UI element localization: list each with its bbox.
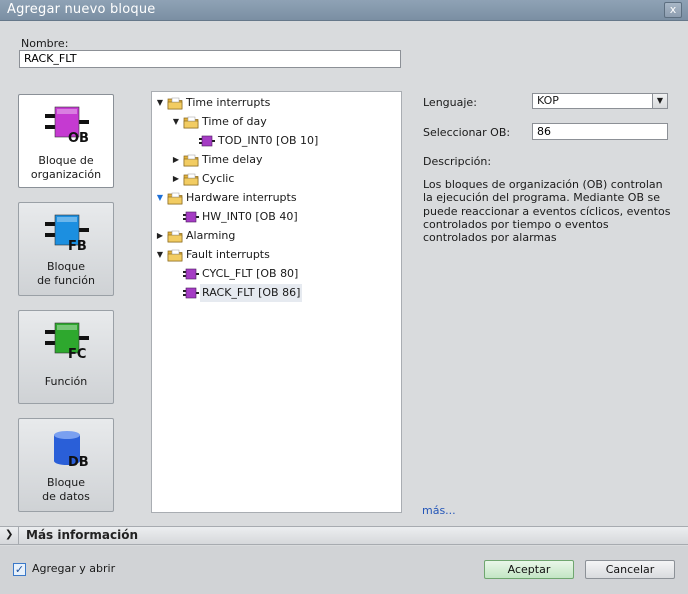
ob-tree[interactable]: ▼ Time interrupts ▼ Time of day TOD_INT0 [OB…: [151, 91, 402, 513]
ob-icon: [183, 268, 199, 280]
tree-item-label: Hardware interrupts: [186, 191, 297, 204]
tree-item-label: Alarming: [186, 229, 236, 242]
tree-item-label: Cyclic: [202, 172, 235, 185]
folder-icon: [183, 173, 199, 186]
tree-item-label: TOD_INT0 [OB 10]: [218, 134, 319, 147]
description-text: Los bloques de organización (OB) control…: [423, 178, 671, 245]
description-label: Descripción:: [423, 155, 492, 168]
fb-block-type-button[interactable]: FB Bloque de función: [18, 202, 114, 296]
folder-icon: [183, 116, 199, 129]
block-type-label: Bloque de: [38, 154, 94, 167]
block-type-sublabel: de datos: [42, 490, 90, 503]
expanded-arrow-icon[interactable]: ▼: [155, 246, 165, 264]
db-block-type-button[interactable]: DB Bloque de datos: [18, 418, 114, 512]
tree-item-label: Time of day: [202, 115, 267, 128]
collapsed-arrow-icon[interactable]: ▶: [155, 227, 165, 245]
tree-item-label: HW_INT0 [OB 40]: [202, 210, 298, 223]
window-title: Agregar nuevo bloque: [7, 2, 156, 17]
chevron-right-icon[interactable]: ❯: [5, 529, 13, 540]
checkmark-icon: ✓: [14, 563, 25, 576]
select-ob-label: Seleccionar OB:: [423, 126, 511, 139]
tree-item-label: Time delay: [202, 153, 263, 166]
block-type-sublabel: organización: [30, 168, 102, 181]
name-label: Nombre:: [21, 37, 69, 50]
folder-icon: [167, 192, 183, 205]
ob-icon: [199, 135, 215, 147]
more-link[interactable]: más...: [422, 504, 456, 517]
expanded-arrow-icon[interactable]: ▼: [171, 113, 181, 131]
add-block-dialog: Agregar nuevo bloque x Nombre: OB Bloque …: [0, 0, 688, 594]
ob-icon: [183, 211, 199, 223]
language-value: KOP: [537, 94, 559, 107]
folder-icon: [167, 249, 183, 262]
tree-item-label: Fault interrupts: [186, 248, 270, 261]
collapsed-arrow-icon[interactable]: ▶: [171, 170, 181, 188]
title-bar: Agregar nuevo bloque x: [0, 0, 688, 21]
ob-icon: [183, 287, 199, 299]
expanded-arrow-icon[interactable]: ▼: [155, 189, 165, 207]
ob-block-type-button[interactable]: OB Bloque de organización: [18, 94, 114, 188]
add-and-open-checkbox[interactable]: ✓: [13, 563, 26, 576]
close-icon: x: [669, 3, 677, 16]
chevron-down-icon[interactable]: ▼: [652, 94, 667, 108]
fc-block-type-button[interactable]: FC Función: [18, 310, 114, 404]
close-button[interactable]: x: [664, 2, 682, 18]
folder-icon: [167, 230, 183, 243]
block-type-label: Bloque: [46, 476, 86, 489]
fb-tag: FB: [68, 239, 87, 254]
tree-item-label: RACK_FLT [OB 86]: [200, 284, 303, 302]
ob-tag: OB: [68, 131, 89, 146]
dialog-footer: ✓ Agregar y abrir Aceptar Cancelar: [0, 546, 688, 594]
more-info-label: Más información: [26, 528, 139, 542]
more-info-bar[interactable]: ❯ Más información: [0, 526, 688, 545]
block-type-label: Función: [44, 375, 88, 388]
language-select[interactable]: KOP ▼: [532, 93, 668, 109]
tree-item-label: Time interrupts: [186, 96, 271, 109]
cancel-button[interactable]: Cancelar: [585, 560, 675, 579]
block-type-label: Bloque: [46, 260, 86, 273]
collapsed-arrow-icon[interactable]: ▶: [171, 151, 181, 169]
name-input[interactable]: [19, 50, 401, 68]
expanded-arrow-icon[interactable]: ▼: [155, 94, 165, 112]
accept-button[interactable]: Aceptar: [484, 560, 574, 579]
language-label: Lenguaje:: [423, 96, 477, 109]
folder-icon: [167, 97, 183, 110]
info-bar-divider: [18, 527, 19, 544]
db-tag: DB: [68, 455, 89, 470]
folder-icon: [183, 154, 199, 167]
block-type-sublabel: de función: [37, 274, 95, 287]
add-and-open-label[interactable]: Agregar y abrir: [32, 562, 115, 575]
fc-tag: FC: [68, 347, 87, 362]
tree-item-label: CYCL_FLT [OB 80]: [202, 267, 299, 280]
ob-number-input[interactable]: [532, 123, 668, 140]
